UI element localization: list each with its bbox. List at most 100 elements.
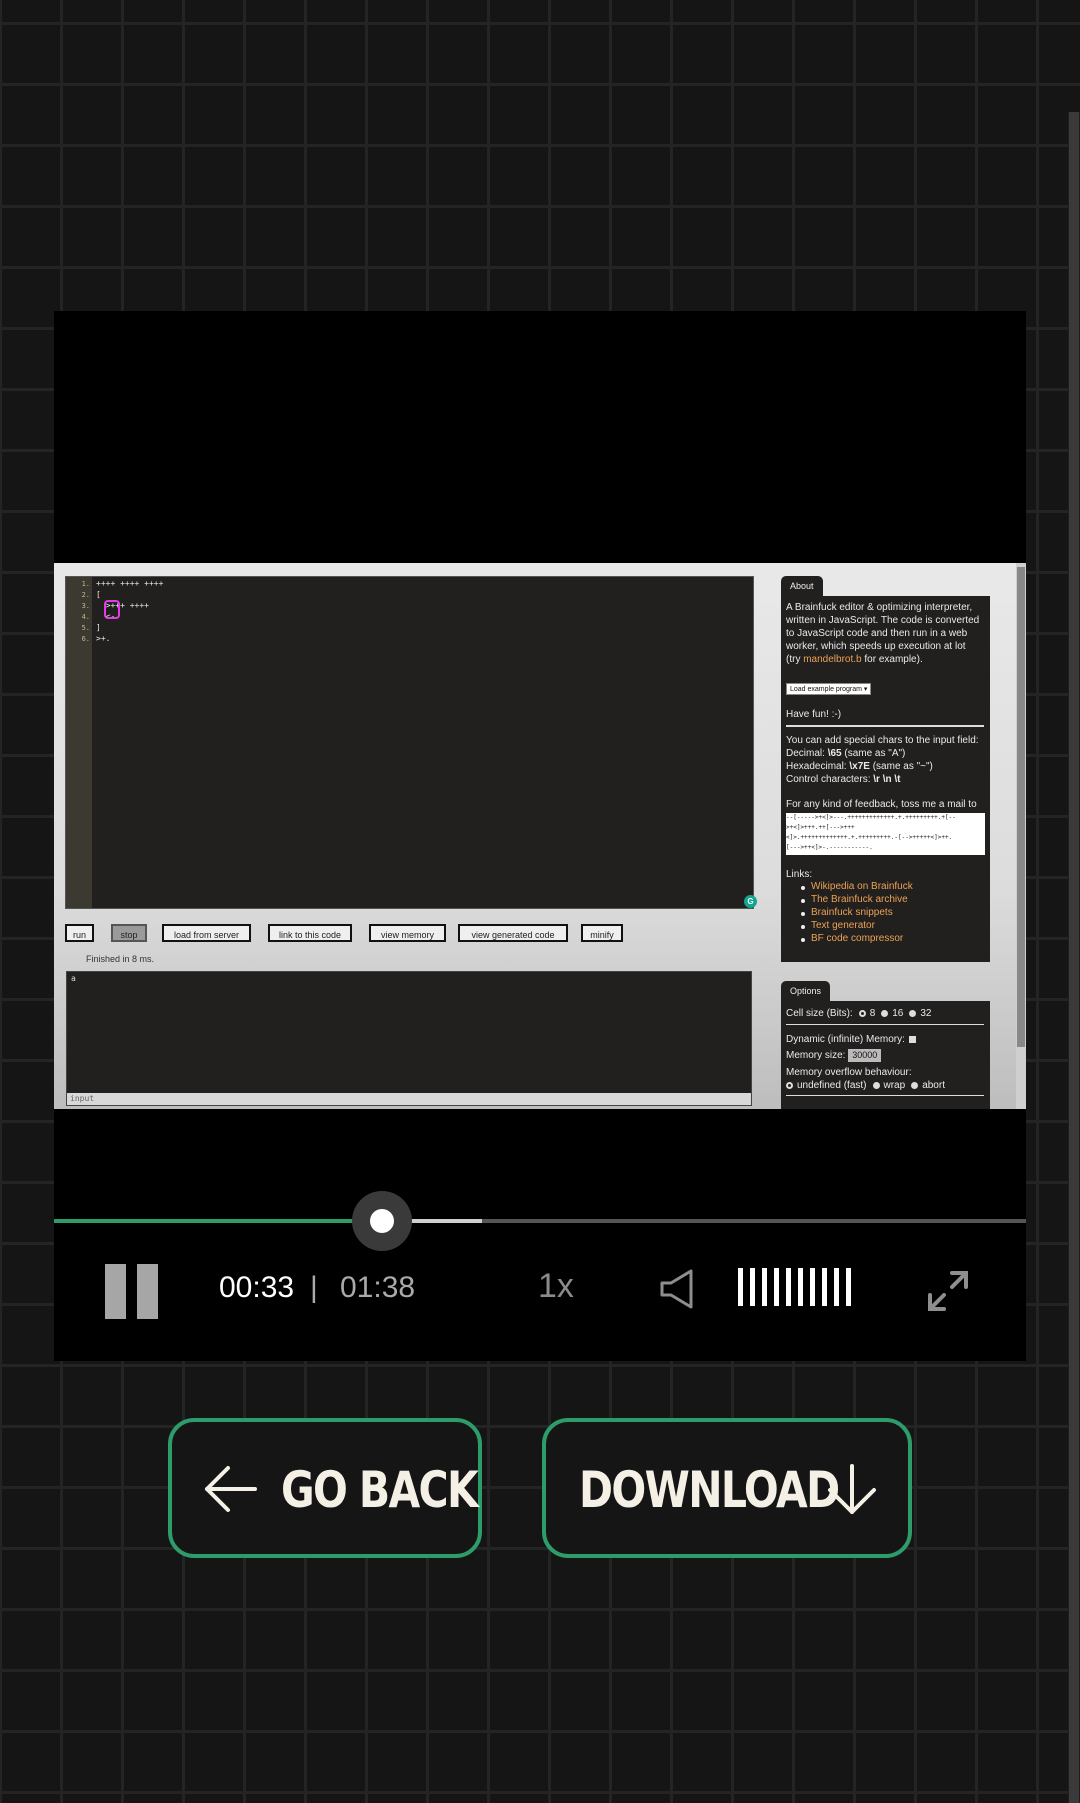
overflow-row: undefined (fast) wrap abort	[786, 1079, 945, 1092]
load-from-server-button[interactable]: load from server	[162, 924, 251, 942]
view-memory-button[interactable]: view memory	[369, 924, 446, 942]
pause-bar-left	[105, 1264, 126, 1319]
decimal-code: \65	[827, 748, 842, 759]
stop-button[interactable]: stop	[111, 924, 147, 942]
volume-bar	[738, 1268, 743, 1306]
view-generated-code-button[interactable]: view generated code	[458, 924, 568, 942]
example-program-select[interactable]: Load example program ▾	[786, 683, 872, 695]
overflow-label: Memory overflow behaviour:	[786, 1067, 912, 1078]
progress-played	[54, 1219, 382, 1223]
overflow-undefined: undefined (fast)	[797, 1080, 867, 1091]
volume-bar	[762, 1268, 767, 1306]
pause-icon[interactable]	[105, 1264, 159, 1319]
bullet	[801, 925, 805, 929]
bullet	[801, 886, 805, 890]
feedback-text: For any kind of feedback, toss me a mail…	[786, 799, 977, 810]
control-code: \r \n \t	[873, 774, 901, 785]
volume-bar	[786, 1268, 791, 1306]
link-wikipedia[interactable]: Wikipedia on Brainfuck	[811, 881, 913, 892]
memory-size-label: Memory size:	[786, 1050, 846, 1061]
link-code-compressor[interactable]: BF code compressor	[811, 933, 903, 944]
bullet	[801, 938, 805, 942]
grammarly-icon[interactable]: G	[744, 895, 757, 908]
decimal-rest: (same as "A")	[841, 748, 906, 759]
hex-rest: (same as "~")	[869, 761, 933, 772]
cell-size-row: Cell size (Bits): 8 16 32	[786, 1007, 932, 1020]
pause-bar-right	[137, 1264, 158, 1319]
tab-options[interactable]: Options	[781, 981, 831, 1001]
hex-label: Hexadecimal:	[786, 761, 850, 772]
divider	[786, 1095, 984, 1096]
divider	[786, 725, 984, 727]
radio-32[interactable]	[909, 1009, 917, 1017]
input-field[interactable]: input	[67, 1093, 751, 1105]
code-editor: 1. 2. 3. 4. 5. 6. ++++ ++++ ++++ [ >+++ …	[65, 576, 757, 909]
bf-line: >+<]>+++.++[--->+++	[786, 824, 855, 831]
bullet	[801, 912, 805, 916]
progress-knob[interactable]	[369, 1209, 394, 1233]
divider	[786, 1024, 984, 1025]
page-scrollbar-thumb[interactable]	[1069, 112, 1079, 1803]
dynamic-memory-row: Dynamic (infinite) Memory:	[786, 1033, 916, 1046]
overflow-wrap: wrap	[883, 1080, 906, 1091]
bf-line: [--->++<]>-.-----------.	[786, 844, 873, 851]
download-button[interactable]: DOWNLOAD	[542, 1418, 912, 1558]
about-desc: written in JavaScript. The code is conve…	[786, 615, 980, 626]
memory-size-input[interactable]: 30000	[848, 1049, 882, 1062]
volume-bar	[822, 1268, 827, 1306]
download-label: DOWNLOAD	[579, 1461, 840, 1519]
total-time: 01:38	[340, 1271, 416, 1304]
run-button[interactable]: run	[65, 924, 94, 942]
link-bf-snippets[interactable]: Brainfuck snippets	[811, 907, 893, 918]
dynamic-memory-label: Dynamic (infinite) Memory:	[786, 1034, 905, 1045]
line-number: 1.	[81, 580, 90, 588]
about-desc: to JavaScript code and then run in a web	[786, 628, 968, 639]
hex-hint: Hexadecimal: \x7E (same as "~")	[786, 760, 933, 773]
speed-button[interactable]: 1x	[538, 1267, 574, 1306]
radio-wrap[interactable]	[872, 1081, 880, 1089]
go-back-button[interactable]: GO BACK	[168, 1418, 482, 1558]
cell-size-8: 8	[869, 1008, 876, 1019]
code-line: ]	[96, 623, 101, 632]
line-number: 6.	[81, 635, 90, 643]
cell-size-32: 32	[920, 1008, 932, 1019]
mandelbrot-link[interactable]: mandelbrot.b	[803, 654, 861, 665]
volume-bar	[834, 1268, 839, 1306]
video-frame[interactable]: 1. 2. 3. 4. 5. 6. ++++ ++++ ++++ [ >+++ …	[54, 563, 1026, 1109]
volume-bar	[846, 1268, 851, 1306]
video-scrollbar-thumb	[1017, 567, 1025, 1047]
link-text-generator[interactable]: Text generator	[811, 920, 875, 931]
special-chars-text: You can add special chars to the input f…	[786, 735, 979, 746]
radio-abort[interactable]	[911, 1081, 919, 1089]
control-hint: Control characters: \r \n \t	[786, 773, 901, 786]
have-fun-text: Have fun! :-)	[786, 709, 842, 720]
about-desc-post: for example).	[861, 654, 923, 665]
volume-bar	[798, 1268, 803, 1306]
bf-line: --[----->+<]>---.+++++++++++++.+.+++++++…	[786, 814, 956, 821]
run-status: Finished in 8 ms.	[86, 954, 155, 964]
fullscreen-icon[interactable]	[926, 1269, 970, 1313]
speaker-icon[interactable]	[660, 1269, 696, 1309]
link-bf-archive[interactable]: The Brainfuck archive	[811, 894, 908, 905]
tab-about[interactable]: About	[781, 576, 823, 596]
radio-16[interactable]	[881, 1009, 889, 1017]
output-area[interactable]: a input	[66, 971, 752, 1106]
link-to-code-button[interactable]: link to this code	[268, 924, 352, 942]
options-panel: Cell size (Bits): 8 16 32 Dynamic (infinite…	[781, 1001, 990, 1109]
dynamic-memory-checkbox[interactable]	[908, 1035, 916, 1043]
video-player: 1. 2. 3. 4. 5. 6. ++++ ++++ ++++ [ >+++ …	[54, 311, 1026, 1361]
radio-undefined[interactable]	[786, 1081, 793, 1089]
minify-button[interactable]: minify	[581, 924, 623, 942]
decimal-label: Decimal:	[786, 748, 828, 759]
volume-bar	[774, 1268, 779, 1306]
code-line: ++++ ++++ ++++	[96, 579, 164, 588]
overflow-abort: abort	[922, 1080, 945, 1091]
radio-8[interactable]	[858, 1009, 866, 1017]
cursor-highlight	[104, 600, 120, 619]
line-number: 2.	[81, 591, 90, 599]
hex-code: \x7E	[849, 761, 870, 772]
memory-size-row: Memory size: 30000	[786, 1049, 882, 1062]
bf-email-code: --[----->+<]>---.+++++++++++++.+.+++++++…	[786, 813, 985, 855]
about-panel: A Brainfuck editor & optimizing interpre…	[781, 596, 990, 962]
volume-level[interactable]	[738, 1268, 858, 1306]
